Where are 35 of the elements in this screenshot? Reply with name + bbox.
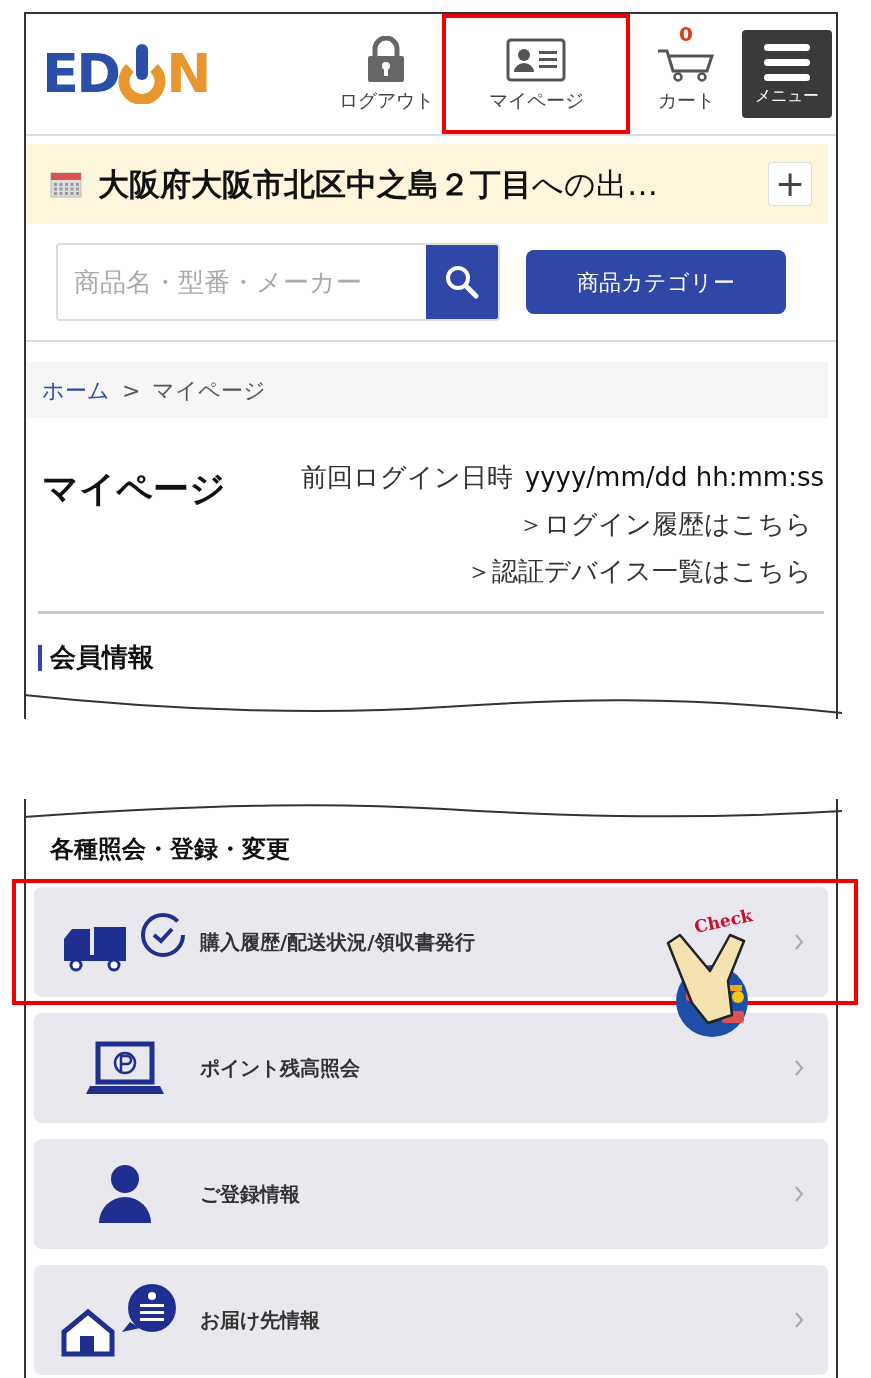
- cart-count: 0: [679, 23, 693, 44]
- logo-text: N: [166, 47, 212, 101]
- nav-button[interactable]: ログアウト: [330, 14, 442, 134]
- menu-button[interactable]: メニュー: [742, 30, 832, 118]
- chevron-icon: [794, 933, 804, 951]
- power-icon: [118, 44, 167, 104]
- delivery-address: 大阪府大阪市北区中之島２丁目への出…: [98, 164, 658, 204]
- chevron-icon: [794, 1059, 804, 1077]
- nav-button[interactable]: 0 カート: [630, 14, 742, 134]
- category-button[interactable]: 商品カテゴリー: [526, 250, 786, 314]
- callout-text: Check: [692, 904, 755, 939]
- calendar-icon: [50, 170, 82, 198]
- logo-text: ED: [42, 47, 119, 101]
- breadcrumb-current: マイページ: [152, 376, 267, 405]
- search-field[interactable]: 商品名・型番・メーカー: [56, 243, 500, 321]
- add-button[interactable]: +: [768, 162, 812, 206]
- section-title: 各種照会・登録・変更: [49, 834, 291, 865]
- chevron-icon: [794, 1311, 804, 1329]
- breadcrumb-separator: >: [122, 376, 141, 405]
- search-button[interactable]: [426, 245, 498, 319]
- menu-icon: [764, 44, 810, 82]
- section-heading: 会員情報: [50, 641, 154, 674]
- laptop-icon: [84, 1041, 166, 1095]
- last-login-value: yyyy/mm/dd hh:mm:ss: [524, 461, 824, 494]
- text-link[interactable]: ＞認証デバイス一覧はこちら: [466, 552, 824, 591]
- search-icon: [444, 264, 480, 300]
- page-title: マイページ: [42, 467, 226, 511]
- nav-button[interactable]: マイページ: [442, 14, 630, 134]
- person-icon: [99, 1165, 151, 1223]
- cart-icon: [656, 47, 716, 82]
- last-login-label: 前回ログイン日時: [300, 461, 513, 494]
- chevron-icon: [794, 1185, 804, 1203]
- text-link[interactable]: ＞ログイン履歴はこちら: [518, 505, 824, 544]
- id-card-icon: [506, 37, 566, 82]
- breadcrumb-link[interactable]: ホーム: [42, 373, 110, 407]
